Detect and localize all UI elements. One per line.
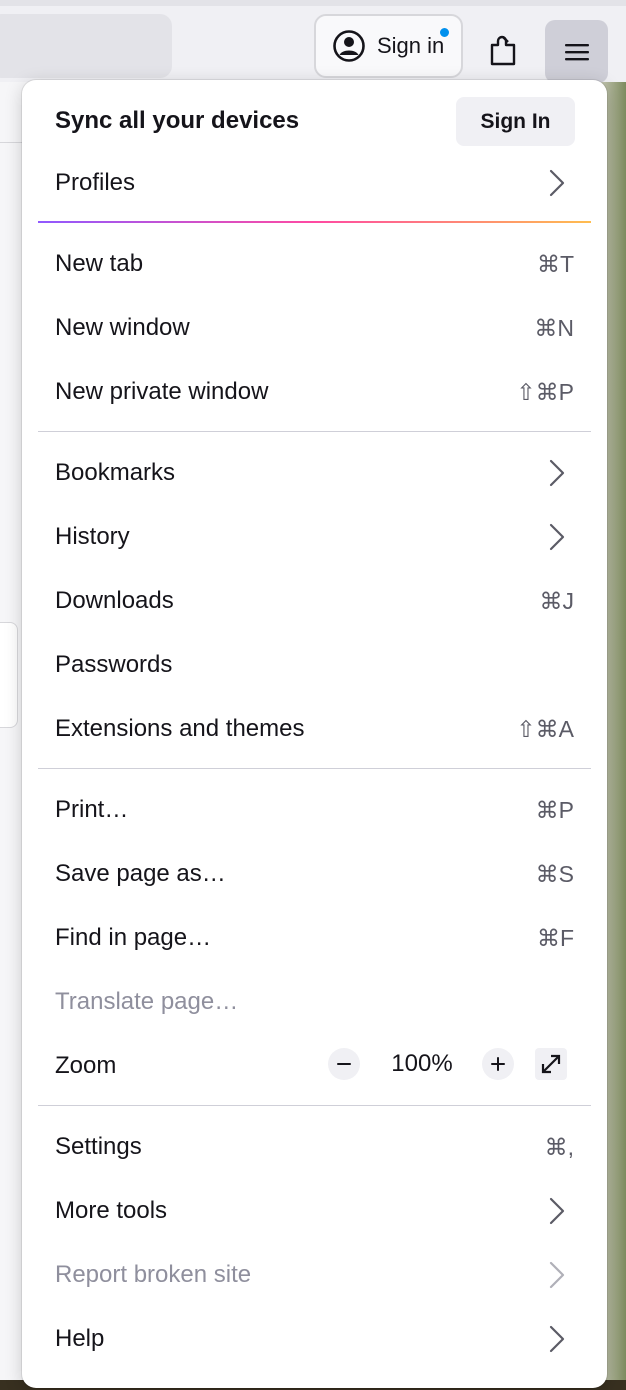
- menu-item-profiles[interactable]: Profiles: [22, 155, 607, 211]
- menu-item-save-page-as[interactable]: Save page as… ⌘S: [22, 846, 607, 902]
- menu-item-label: Find in page…: [55, 924, 212, 951]
- zoom-in-button[interactable]: [482, 1048, 514, 1080]
- shortcut-label: ⌘,: [544, 1133, 574, 1160]
- url-bar[interactable]: [0, 14, 172, 78]
- account-avatar-icon: [333, 30, 365, 62]
- shortcut-label: ⌘T: [536, 250, 574, 277]
- menu-item-settings[interactable]: Settings ⌘,: [22, 1119, 607, 1175]
- menu-item-new-private-window[interactable]: New private window ⇧⌘P: [22, 364, 607, 420]
- menu-item-label: Downloads: [55, 587, 174, 614]
- menu-item-label: Passwords: [55, 651, 173, 678]
- menu-item-label: New private window: [55, 378, 269, 405]
- fullscreen-button[interactable]: [535, 1048, 567, 1080]
- shortcut-label: ⌘F: [536, 924, 574, 951]
- shortcut-label: ⌘P: [535, 796, 574, 823]
- zoom-reset-button[interactable]: 100%: [374, 1042, 470, 1086]
- app-menu-button[interactable]: [545, 20, 608, 83]
- chevron-right-icon: [549, 169, 565, 197]
- account-sign-in-label: Sign in: [377, 33, 445, 58]
- menu-item-downloads[interactable]: Downloads ⌘J: [22, 573, 607, 629]
- shortcut-label: ⇧⌘P: [516, 378, 574, 405]
- shortcut-label: ⌘J: [539, 587, 575, 614]
- menu-item-label: Profiles: [55, 169, 136, 196]
- menu-item-find-in-page[interactable]: Find in page… ⌘F: [22, 910, 607, 966]
- fullscreen-icon: [535, 1048, 567, 1080]
- account-separator: [38, 221, 591, 223]
- menu-item-print[interactable]: Print… ⌘P: [22, 782, 607, 838]
- background-page-card: [0, 622, 18, 728]
- menu-item-label: History: [55, 523, 130, 550]
- menu-item-label: More tools: [55, 1197, 168, 1224]
- menu-item-label: New window: [55, 314, 190, 341]
- menu-item-bookmarks[interactable]: Bookmarks: [22, 445, 607, 501]
- menu-item-report-broken-site: Report broken site: [22, 1247, 607, 1303]
- app-menu-panel: Sync all your devices Sign In Profiles N…: [22, 80, 607, 1388]
- menu-item-label: New tab: [55, 250, 144, 277]
- plus-icon: [482, 1048, 514, 1080]
- extensions-button[interactable]: [482, 28, 526, 72]
- menu-item-label: Bookmarks: [55, 459, 176, 486]
- menu-item-label: Settings: [55, 1133, 142, 1160]
- menu-item-label: Translate page…: [55, 988, 239, 1015]
- menu-item-label: Save page as…: [55, 860, 226, 887]
- chevron-right-icon: [549, 1325, 565, 1353]
- menu-item-more-tools[interactable]: More tools: [22, 1183, 607, 1239]
- menu-item-help[interactable]: Help: [22, 1311, 607, 1367]
- zoom-value: 100%: [391, 1050, 453, 1077]
- shortcut-label: ⌘N: [534, 314, 574, 341]
- menu-item-passwords[interactable]: Passwords: [22, 637, 607, 693]
- account-sign-in-button[interactable]: Sign in: [314, 14, 463, 78]
- menu-item-label: Print…: [55, 796, 129, 823]
- minus-icon: [328, 1048, 360, 1080]
- menu-separator: [38, 768, 591, 769]
- menu-item-translate-page: Translate page…: [22, 974, 607, 1030]
- menu-item-label: Help: [55, 1325, 105, 1352]
- zoom-row: Zoom: [22, 1038, 607, 1094]
- browser-window: Sign in Sync all your devices Sign In Pr…: [0, 0, 626, 1390]
- shortcut-label: ⇧⌘A: [516, 715, 574, 742]
- menu-item-label: Extensions and themes: [55, 715, 305, 742]
- hamburger-icon: [564, 43, 589, 60]
- notification-dot: [439, 27, 450, 38]
- chevron-right-icon: [549, 523, 565, 551]
- menu-item-label: Report broken site: [55, 1261, 252, 1288]
- toolbar: Sign in: [0, 0, 626, 83]
- chevron-right-icon: [549, 459, 565, 487]
- sign-in-button[interactable]: Sign In: [456, 97, 575, 146]
- chevron-right-icon: [549, 1197, 565, 1225]
- menu-item-new-window[interactable]: New window ⌘N: [22, 300, 607, 356]
- menu-separator: [38, 1105, 591, 1106]
- menu-separator: [38, 431, 591, 432]
- zoom-out-button[interactable]: [328, 1048, 360, 1080]
- puzzle-icon: [490, 35, 516, 66]
- shortcut-label: ⌘S: [535, 860, 574, 887]
- menu-item-extensions-and-themes[interactable]: Extensions and themes ⇧⌘A: [22, 701, 607, 757]
- menu-item-history[interactable]: History: [22, 509, 607, 565]
- chevron-right-icon: [549, 1261, 565, 1289]
- menu-item-new-tab[interactable]: New tab ⌘T: [22, 236, 607, 292]
